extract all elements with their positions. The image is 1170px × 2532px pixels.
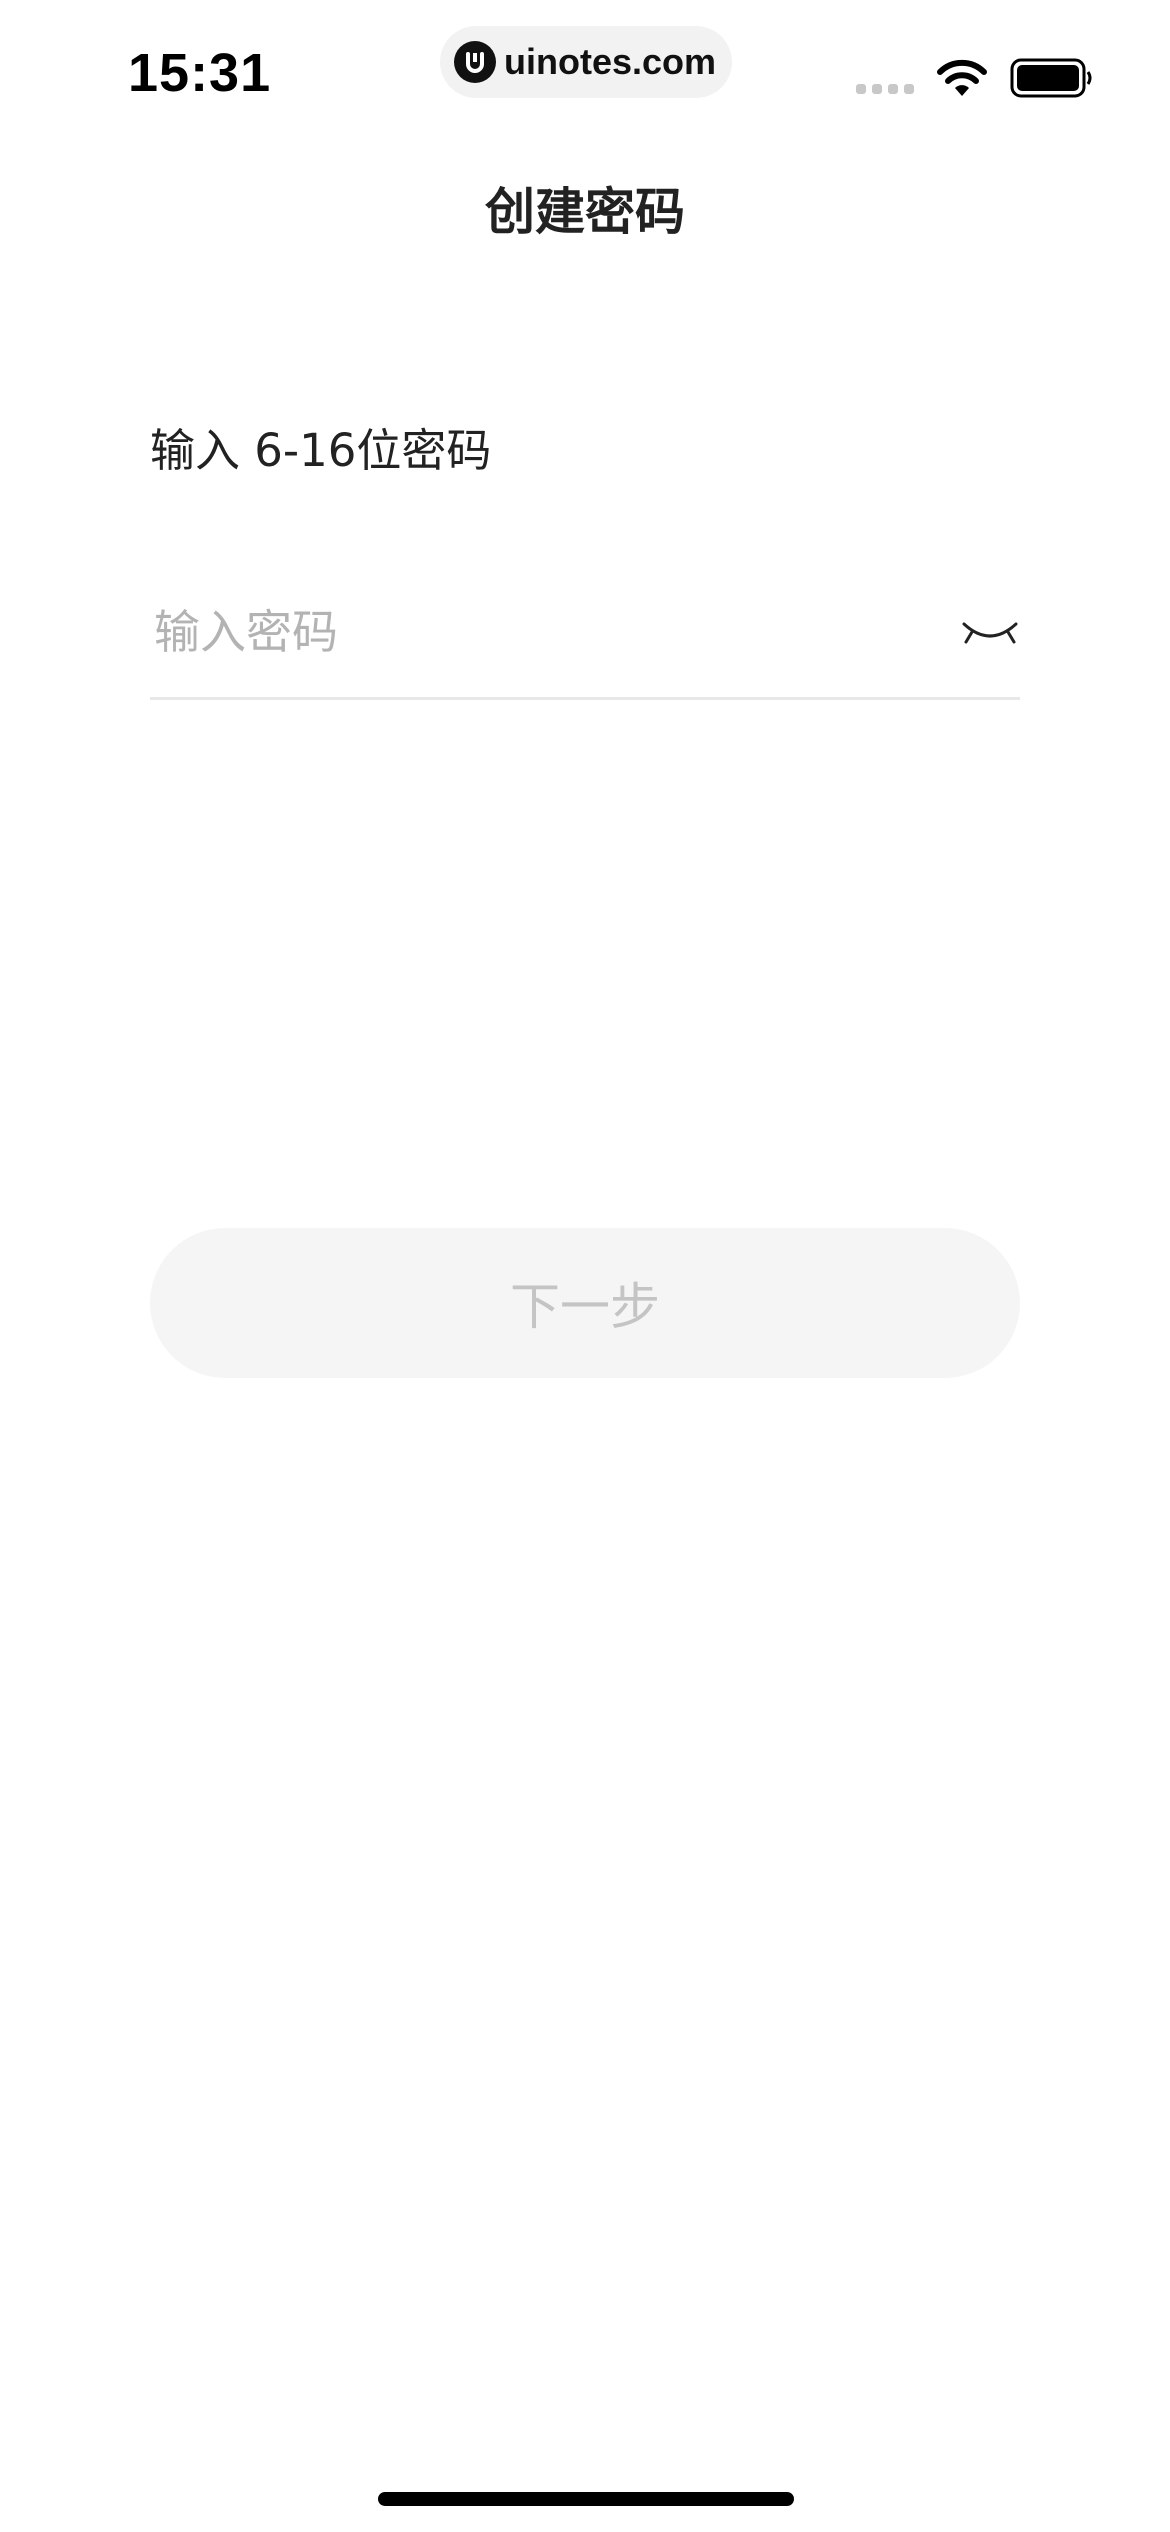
status-time: 15:31 xyxy=(128,43,272,103)
password-hint: 输入 6-16位密码 xyxy=(150,424,492,477)
url-text: uinotes.com xyxy=(504,41,717,82)
page-title: 创建密码 xyxy=(485,183,685,241)
password-field xyxy=(150,570,1020,700)
signal-icon xyxy=(856,84,914,94)
next-button[interactable]: 下一步 xyxy=(150,1228,1020,1378)
eye-closed-icon[interactable] xyxy=(958,614,1022,654)
site-logo-icon xyxy=(454,41,496,83)
url-pill[interactable]: uinotes.com xyxy=(440,26,732,98)
password-input[interactable] xyxy=(150,584,938,680)
home-indicator[interactable] xyxy=(378,2492,794,2506)
battery-icon xyxy=(1010,58,1092,98)
wifi-icon xyxy=(937,59,987,96)
